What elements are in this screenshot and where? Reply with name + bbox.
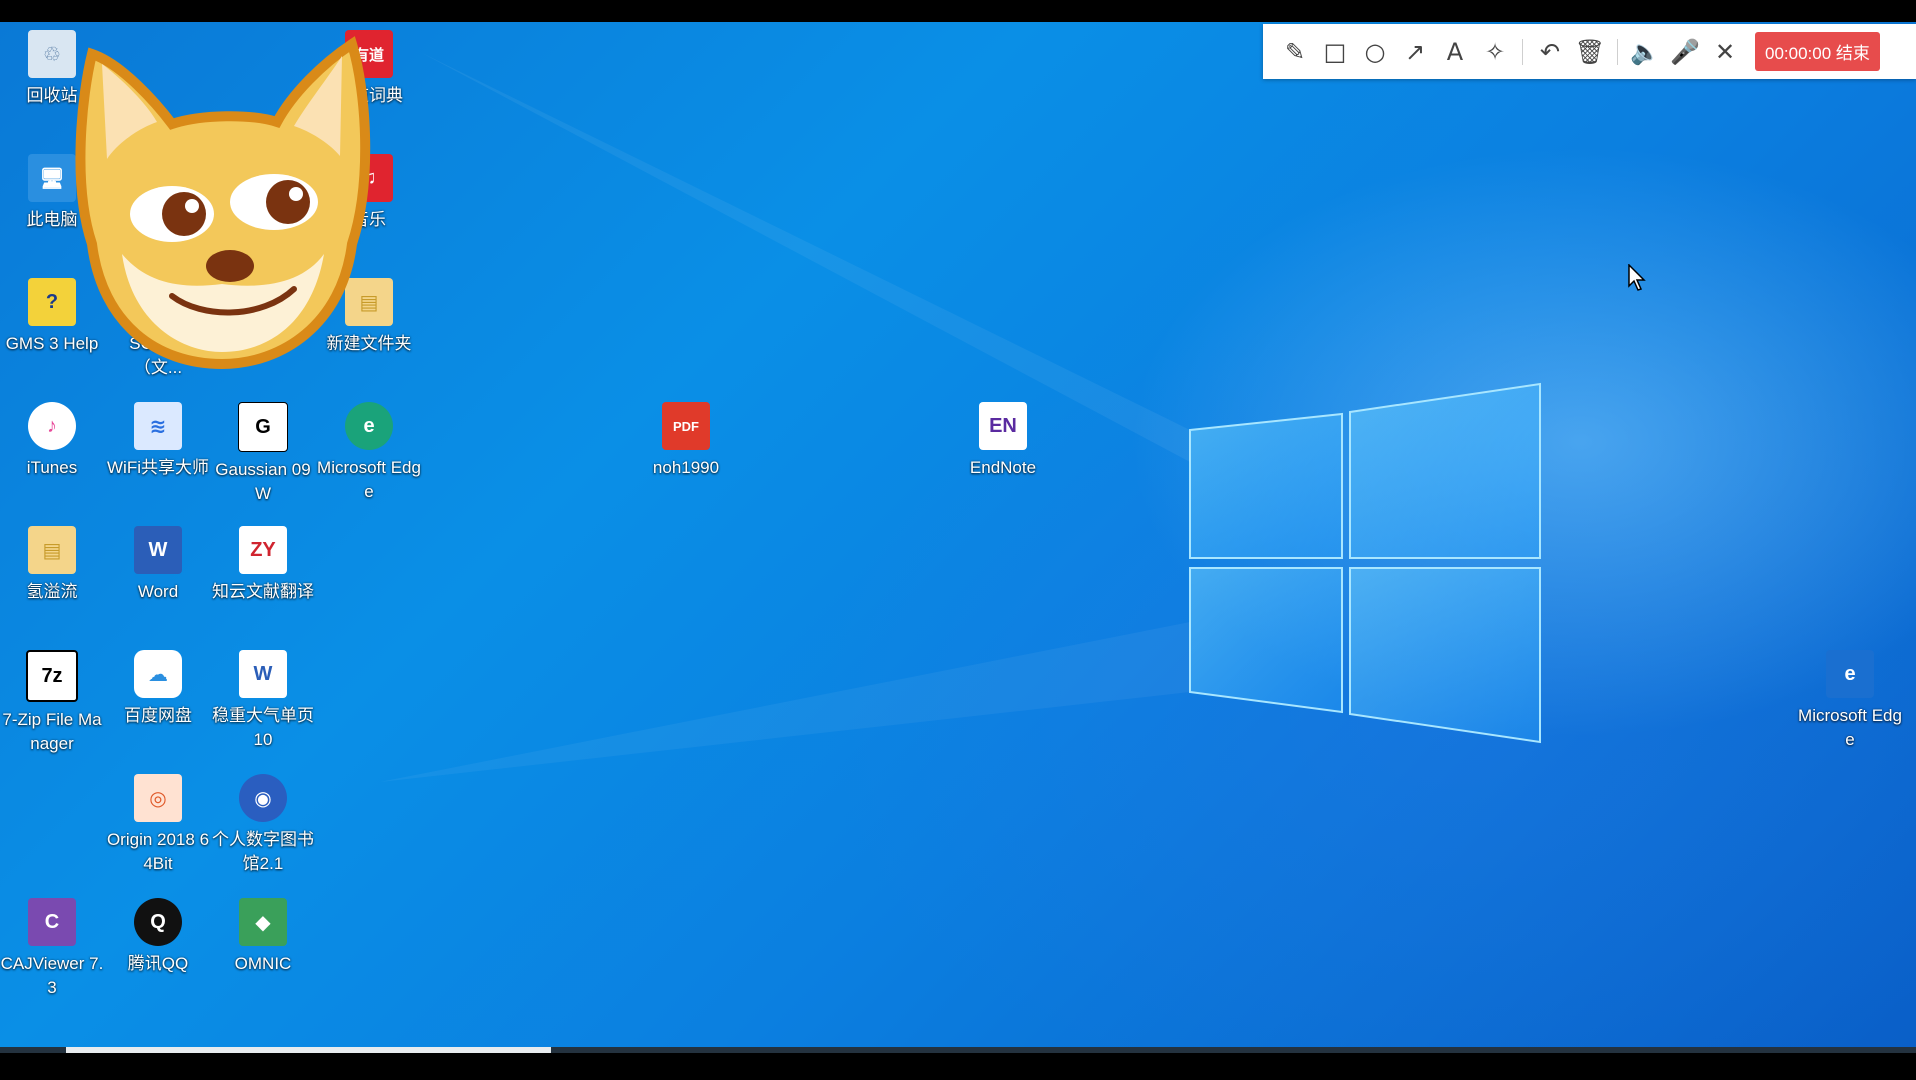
- microphone-icon[interactable]: 🎤: [1665, 32, 1705, 72]
- gaussian-icon: G: [238, 402, 288, 452]
- origin-icon: ◎: [134, 774, 182, 822]
- stop-recording-button[interactable]: 00:00:00 结束: [1755, 32, 1880, 71]
- desktop-icon-label: iTunes: [26, 458, 78, 477]
- desktop-icon-itunes[interactable]: ♪ iTunes: [0, 402, 104, 480]
- desktop-icon-label: OMNIC: [234, 954, 292, 973]
- desktop-icon-edge[interactable]: e Microsoft Edge: [317, 402, 421, 504]
- desktop-icon-label: 7-Zip File Manager: [2, 710, 102, 753]
- omnic-icon: ◆: [239, 898, 287, 946]
- pencil-icon[interactable]: ✎: [1275, 32, 1315, 72]
- desktop-icon-label: 个人数字图书馆2.1: [212, 830, 314, 873]
- text-icon[interactable]: A: [1435, 32, 1475, 72]
- pdf-file-icon: PDF: [662, 402, 710, 450]
- desktop-icon-label: Origin 2018 64Bit: [106, 830, 210, 873]
- desktop-icon-digital-library[interactable]: ◉ 个人数字图书馆2.1: [211, 774, 315, 876]
- desktop-icon-label: noh1990: [652, 458, 720, 477]
- desktop-icon-omnic[interactable]: ◆ OMNIC: [211, 898, 315, 976]
- desktop-icon-pdf-noh1990[interactable]: PDF noh1990: [634, 402, 738, 480]
- desktop-icon-label: Microsoft Edge: [317, 458, 421, 501]
- close-icon[interactable]: ✕: [1705, 32, 1745, 72]
- desktop-icon-7zip[interactable]: 7z 7-Zip File Manager: [0, 650, 104, 756]
- zhiyun-icon: ZY: [239, 526, 287, 574]
- desktop-icon-label: Word: [137, 582, 179, 601]
- 7zip-icon: 7z: [26, 650, 78, 702]
- desktop-icon-gaussian[interactable]: G Gaussian 09W: [211, 402, 315, 506]
- desktop-icon-edge-legacy[interactable]: e Microsoft Edge: [1798, 650, 1902, 752]
- desktop-icon-word-doc[interactable]: W 稳重大气单页10: [211, 650, 315, 752]
- word-doc-icon: W: [239, 650, 287, 698]
- rectangle-icon[interactable]: □: [1315, 32, 1355, 72]
- desktop-icon-label: Microsoft Edge: [1798, 706, 1902, 749]
- desktop-icon-wifi[interactable]: ≋ WiFi共享大师: [106, 402, 210, 480]
- circle-icon[interactable]: ○: [1355, 32, 1395, 72]
- mouse-cursor-icon: [1628, 264, 1646, 291]
- wifi-icon: ≋: [134, 402, 182, 450]
- digital-library-icon: ◉: [239, 774, 287, 822]
- desktop-icon-label: CAJViewer 7.3: [0, 954, 104, 997]
- baidu-netdisk-icon: ☁: [134, 650, 182, 698]
- desktop-icon-label: 腾讯QQ: [127, 954, 189, 973]
- desktop-icon-qq[interactable]: Q 腾讯QQ: [106, 898, 210, 976]
- desktop-icon-label: 知云文献翻译: [212, 582, 314, 601]
- desktop-icon-label: WiFi共享大师: [107, 458, 209, 477]
- arrow-icon[interactable]: ↗: [1395, 32, 1435, 72]
- recorder-toolbar: ✎ □ ○ ↗ A ✧ ↶ 🗑 🔈 🎤 ✕ 00:00:00 结束: [1263, 24, 1916, 79]
- toolbar-divider: [1522, 38, 1523, 65]
- trash-icon[interactable]: 🗑: [1570, 32, 1610, 72]
- desktop-icon-baidu-netdisk[interactable]: ☁ 百度网盘: [106, 650, 210, 728]
- desktop-icon-label: EndNote: [969, 458, 1037, 477]
- magic-wand-icon[interactable]: ✧: [1475, 32, 1515, 72]
- desktop-icon-origin[interactable]: ◎ Origin 2018 64Bit: [106, 774, 210, 876]
- video-progress-fill: [66, 1047, 551, 1053]
- desktop-icon-zhiyun[interactable]: ZY 知云文献翻译: [211, 526, 315, 604]
- desktop-icon-word[interactable]: W Word: [106, 526, 210, 604]
- desktop-icon-label: 氢溢流: [26, 582, 78, 601]
- shiba-dog-sticker: [75, 36, 371, 370]
- cajviewer-icon: C: [28, 898, 76, 946]
- desktop-icon-endnote[interactable]: EN EndNote: [951, 402, 1055, 480]
- folder-icon: ▤: [28, 526, 76, 574]
- speaker-icon[interactable]: 🔈: [1625, 32, 1665, 72]
- undo-icon[interactable]: ↶: [1530, 32, 1570, 72]
- desktop-icon-label: 百度网盘: [124, 706, 192, 725]
- word-icon: W: [134, 526, 182, 574]
- desktop-icon-hydrogen-folder[interactable]: ▤ 氢溢流: [0, 526, 104, 604]
- qq-icon: Q: [134, 898, 182, 946]
- desktop-icon-cajviewer[interactable]: C CAJViewer 7.3: [0, 898, 104, 1000]
- edge-icon: e: [345, 402, 393, 450]
- endnote-icon: EN: [979, 402, 1027, 450]
- edge-legacy-icon: e: [1826, 650, 1874, 698]
- toolbar-divider: [1617, 38, 1618, 65]
- desktop-icon-label: 稳重大气单页10: [212, 706, 314, 749]
- itunes-icon: ♪: [28, 402, 76, 450]
- desktop-icon-label: Gaussian 09W: [215, 460, 311, 503]
